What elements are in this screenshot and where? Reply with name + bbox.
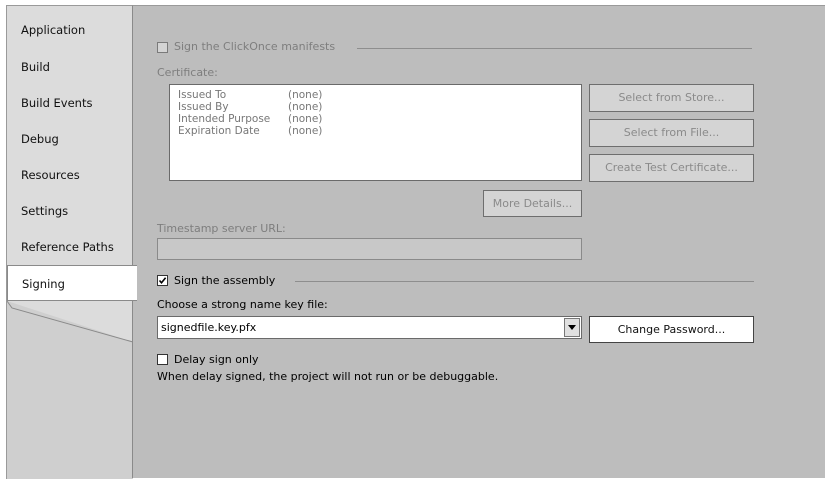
key-file-combobox[interactable]: signedfile.key.pfx [157, 316, 582, 339]
sidebar-item-reference-paths[interactable]: Reference Paths [7, 229, 133, 265]
key-file-label: Choose a strong name key file: [157, 298, 328, 311]
group-separator [295, 281, 754, 282]
timestamp-url-input[interactable] [157, 238, 582, 260]
certificate-label: Certificate: [157, 66, 218, 79]
sign-clickonce-checkbox[interactable] [157, 42, 168, 53]
project-properties-window: Application Build Build Events Debug Res… [6, 5, 825, 479]
delay-sign-checkbox[interactable] [157, 354, 168, 365]
key-file-value: signedfile.key.pfx [161, 321, 257, 334]
cert-value-intended-purpose: (none) [288, 113, 323, 125]
change-password-button[interactable]: Change Password... [589, 316, 754, 343]
delay-sign-note: When delay signed, the project will not … [157, 370, 499, 383]
delay-sign-label: Delay sign only [174, 353, 259, 366]
sidebar-item-debug[interactable]: Debug [7, 121, 133, 157]
cert-value-expiration-date: (none) [288, 125, 323, 137]
checkmark-icon [158, 277, 167, 285]
create-test-certificate-button[interactable]: Create Test Certificate... [589, 154, 754, 182]
cert-key-issued-to: Issued To [178, 89, 227, 101]
sidebar-item-label: Settings [21, 204, 69, 218]
sidebar-item-label: Reference Paths [21, 240, 114, 254]
cert-key-expiration-date: Expiration Date [178, 125, 260, 137]
sidebar-item-label: Debug [21, 132, 59, 146]
signing-panel: Sign the ClickOnce manifests Certificate… [132, 5, 825, 478]
sidebar-item-label: Application [21, 23, 86, 37]
sign-assembly-label: Sign the assembly [174, 274, 276, 287]
group-separator [357, 48, 752, 49]
cert-value-issued-to: (none) [288, 89, 323, 101]
sign-assembly-checkbox[interactable] [157, 275, 168, 286]
cert-value-issued-by: (none) [288, 101, 323, 113]
dropdown-button[interactable] [564, 318, 580, 337]
cert-key-issued-by: Issued By [178, 101, 229, 113]
chevron-down-icon [568, 325, 576, 330]
sidebar-item-label: Signing [22, 277, 65, 291]
sidebar-item-resources[interactable]: Resources [7, 157, 133, 193]
timestamp-label: Timestamp server URL: [157, 222, 286, 235]
certificate-info-box: Issued To (none) Issued By (none) Intend… [169, 84, 582, 181]
sidebar-item-build-events[interactable]: Build Events [7, 85, 133, 121]
sidebar-item-signing[interactable]: Signing [7, 265, 137, 301]
select-from-file-button[interactable]: Select from File... [589, 119, 754, 147]
sidebar-item-label: Resources [21, 168, 80, 182]
sidebar-item-settings[interactable]: Settings [7, 193, 133, 229]
sign-clickonce-label: Sign the ClickOnce manifests [174, 40, 336, 53]
more-details-button[interactable]: More Details... [483, 190, 582, 217]
select-from-store-button[interactable]: Select from Store... [589, 84, 754, 112]
cert-key-intended-purpose: Intended Purpose [178, 113, 271, 125]
sidebar-item-build[interactable]: Build [7, 49, 133, 85]
sidebar-item-label: Build [21, 60, 50, 74]
sidebar-item-application[interactable]: Application [7, 12, 133, 48]
sidebar: Application Build Build Events Debug Res… [6, 5, 137, 479]
sidebar-item-label: Build Events [21, 96, 93, 110]
